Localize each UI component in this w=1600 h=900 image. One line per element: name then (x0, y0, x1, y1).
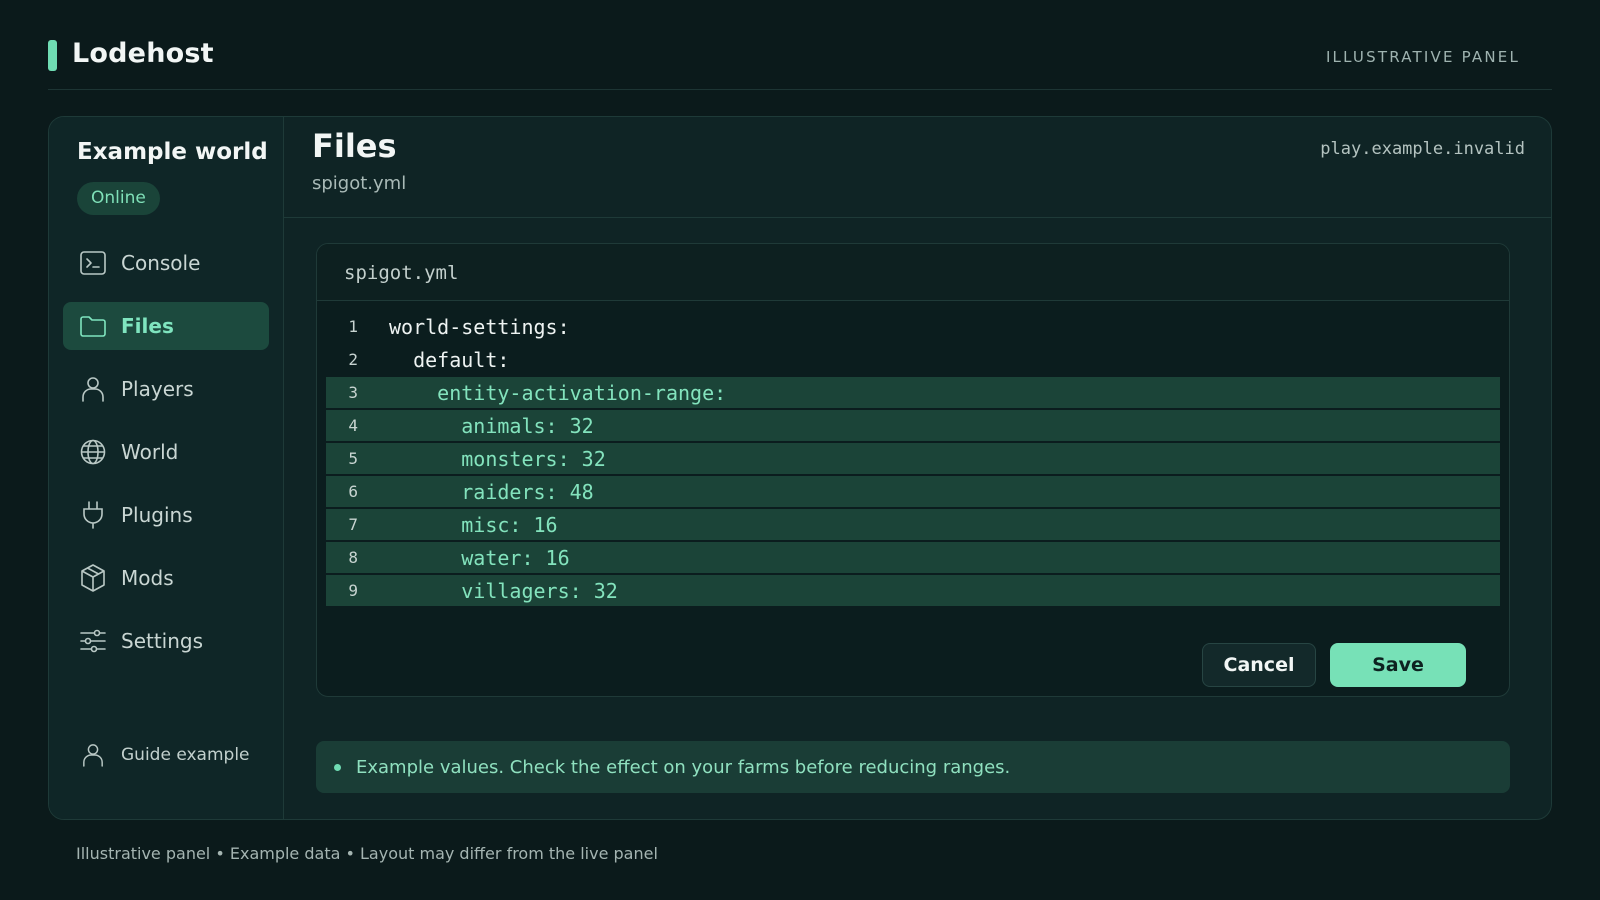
line-text: misc: 16 (389, 512, 558, 537)
page-title: Files (312, 127, 397, 165)
sidebar-item-files[interactable]: Files (63, 302, 269, 350)
line-text: raiders: 48 (389, 479, 594, 504)
main-header: Files spigot.yml play.example.invalid (284, 117, 1551, 218)
code-line[interactable]: 7 misc: 16 (326, 509, 1500, 540)
code-line[interactable]: 5 monsters: 32 (326, 443, 1500, 474)
line-number: 6 (348, 482, 358, 501)
sidebar-item-plugins[interactable]: Plugins (63, 491, 269, 539)
guide-link[interactable]: Guide example (63, 731, 269, 779)
line-number: 3 (348, 383, 358, 402)
brand-name: Lodehost (72, 38, 214, 69)
folder-icon (79, 312, 107, 340)
code-line[interactable]: 2 default: (326, 344, 1500, 375)
sidebar-item-label: Mods (121, 566, 174, 590)
line-text: monsters: 32 (389, 446, 606, 471)
editor-filename: spigot.yml (344, 262, 459, 284)
sidebar-item-label: Files (121, 314, 174, 338)
line-number: 4 (348, 416, 358, 435)
sidebar-item-console[interactable]: Console (63, 239, 269, 287)
main-content: Files spigot.yml play.example.invalid sp… (284, 117, 1551, 819)
line-text: animals: 32 (389, 413, 594, 438)
editor-header: spigot.yml (317, 244, 1509, 301)
sliders-icon (79, 627, 107, 655)
panel-tag: ILLUSTRATIVE PANEL (1325, 48, 1520, 66)
footer-note: Illustrative panel • Example data • Layo… (76, 844, 658, 863)
line-text: default: (389, 347, 510, 372)
line-text: world-settings: (389, 314, 570, 339)
cancel-button[interactable]: Cancel (1202, 643, 1316, 687)
globe-icon (79, 438, 107, 466)
sidebar-item-settings[interactable]: Settings (63, 617, 269, 665)
sidebar-item-label: Players (121, 377, 194, 401)
sidebar-item-mods[interactable]: Mods (63, 554, 269, 602)
terminal-icon (79, 249, 107, 277)
code-editor[interactable]: spigot.yml 1 world-settings: 2 default: … (316, 243, 1510, 697)
info-notice: Example values. Check the effect on your… (316, 741, 1510, 793)
panel-frame: Example world Online Console Files Playe… (48, 116, 1552, 820)
line-number: 9 (348, 581, 358, 600)
user-icon (79, 741, 107, 769)
code-line[interactable]: 1 world-settings: (326, 311, 1500, 342)
line-number: 8 (348, 548, 358, 567)
save-button[interactable]: Save (1330, 643, 1466, 687)
status-badge: Online (77, 182, 160, 215)
line-text: water: 16 (389, 545, 570, 570)
line-number: 7 (348, 515, 358, 534)
box-icon (79, 564, 107, 592)
code-line[interactable]: 9 villagers: 32 (326, 575, 1500, 606)
sidebar-item-label: Settings (121, 629, 204, 653)
line-number: 5 (348, 449, 358, 468)
guide-label: Guide example (121, 745, 250, 765)
sidebar-item-label: World (121, 440, 179, 464)
sidebar-item-label: Console (121, 251, 201, 275)
code-line[interactable]: 3 entity-activation-range: (326, 377, 1500, 408)
sidebar: Example world Online Console Files Playe… (49, 117, 284, 819)
code-line[interactable]: 8 water: 16 (326, 542, 1500, 573)
line-number: 2 (348, 350, 358, 369)
plug-icon (79, 501, 107, 529)
brand-logo-mark (48, 40, 57, 71)
sidebar-item-label: Plugins (121, 503, 193, 527)
code-line[interactable]: 6 raiders: 48 (326, 476, 1500, 507)
world-name: Example world (77, 139, 268, 165)
bullet-icon (334, 763, 341, 771)
user-icon (79, 375, 107, 403)
line-number: 1 (348, 317, 358, 336)
line-text: villagers: 32 (389, 578, 618, 603)
top-bar: Lodehost ILLUSTRATIVE PANEL (48, 0, 1552, 90)
line-text: entity-activation-range: (389, 380, 727, 405)
sidebar-item-players[interactable]: Players (63, 365, 269, 413)
server-address: play.example.invalid (1320, 139, 1525, 159)
notice-text: Example values. Check the effect on your… (356, 756, 1011, 778)
sidebar-item-world[interactable]: World (63, 428, 269, 476)
file-subtitle: spigot.yml (312, 173, 407, 194)
code-line[interactable]: 4 animals: 32 (326, 410, 1500, 441)
